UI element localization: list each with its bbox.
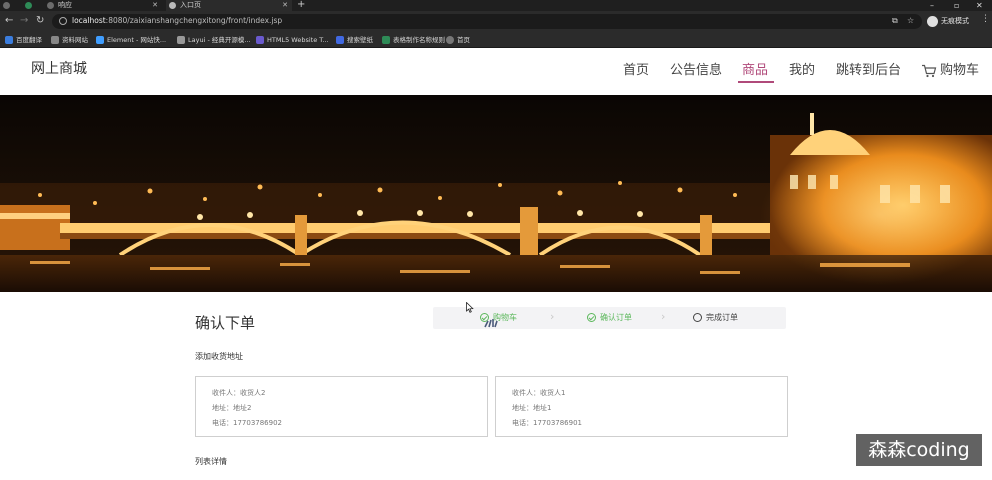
hero-banner: [0, 95, 992, 292]
browser-menu-icon[interactable]: ⋮: [981, 14, 990, 24]
loading-spinner-icon: [484, 319, 498, 328]
address-phone: 电话：17703786901: [512, 419, 582, 427]
nav-cart[interactable]: 购物车: [940, 63, 979, 79]
site-info-icon[interactable]: [59, 17, 67, 25]
site-header: 网上商城 首页 公告信息 商品 我的 跳转到后台 购物车: [0, 48, 992, 95]
tab-favicon-icon: [3, 2, 10, 9]
address-card-2[interactable]: 收件人：收货人2 地址：地址2 电话：17703786902: [195, 376, 488, 437]
bookmark-favicon-icon: [177, 36, 185, 44]
mouse-cursor-icon: [466, 302, 474, 313]
bookmark-favicon-icon: [446, 36, 454, 44]
page-title: 确认下单: [195, 314, 256, 332]
browser-navbar: ← → ↻ localhost:8080/zaixianshangchengxi…: [0, 11, 992, 32]
chevron-right-icon: ›: [661, 310, 666, 323]
order-content: 确认下单 购物车 › 确认订单 › 完成订单 添加收货地址 收件人：收货人2 地…: [0, 292, 992, 480]
forward-arrow-icon[interactable]: →: [20, 15, 28, 27]
add-address-link[interactable]: 添加收货地址: [195, 351, 243, 362]
site-logo[interactable]: 网上商城: [31, 58, 87, 78]
tab-favicon-icon: [25, 2, 32, 9]
close-window-icon[interactable]: ✕: [976, 0, 983, 11]
circle-icon: [693, 313, 702, 322]
list-details-title: 列表详情: [195, 457, 227, 466]
step-complete: 完成订单: [693, 312, 738, 324]
bookmark-item[interactable]: 首页: [446, 35, 470, 45]
minimize-icon[interactable]: –: [930, 0, 934, 11]
address-phone: 电话：17703786902: [212, 419, 282, 427]
nav-mine[interactable]: 我的: [789, 63, 815, 79]
reload-icon[interactable]: ↻: [36, 15, 44, 27]
tab-label: 响应: [58, 1, 72, 9]
nav-admin[interactable]: 跳转到后台: [836, 63, 901, 79]
bookmark-item[interactable]: 表格制作名称规则: [382, 35, 445, 45]
video-watermark: 森森coding: [856, 434, 982, 466]
bookmark-item[interactable]: 百度翻译: [5, 35, 42, 45]
tab-favicon-icon: [169, 2, 176, 9]
incognito-avatar-icon: [927, 16, 938, 27]
tab-label: 入口页: [180, 1, 201, 9]
browser-tab-2[interactable]: [22, 0, 42, 11]
address-recipient: 收件人：收货人1: [512, 389, 566, 397]
bookmark-favicon-icon: [336, 36, 344, 44]
browser-tab-1[interactable]: [0, 0, 20, 11]
bookmark-favicon-icon: [382, 36, 390, 44]
restore-icon[interactable]: ▫: [954, 0, 959, 11]
nav-announcements[interactable]: 公告信息: [670, 63, 722, 79]
shopping-cart-icon[interactable]: [921, 64, 937, 78]
new-tab-button[interactable]: +: [297, 0, 305, 10]
check-circle-icon: [587, 313, 596, 322]
tab-close-icon[interactable]: ✕: [152, 0, 158, 11]
chevron-right-icon: ›: [550, 310, 555, 323]
url-text: localhost:8080/zaixianshangchengxitong/f…: [72, 16, 283, 25]
address-recipient: 收件人：收货人2: [212, 389, 266, 397]
browser-tab-strip: 响应 ✕ 入口页 ✕ + – ▫ ✕: [0, 0, 992, 11]
bookmark-favicon-icon: [256, 36, 264, 44]
banner-image: [0, 95, 992, 292]
bookmark-item[interactable]: 搜索壁纸: [336, 35, 373, 45]
bookmark-favicon-icon: [5, 36, 13, 44]
nav-active-underline: [738, 81, 774, 83]
address-detail: 地址：地址1: [512, 404, 552, 412]
browser-tab-active[interactable]: 入口页 ✕: [166, 0, 292, 11]
browser-tab-3[interactable]: 响应 ✕: [44, 0, 162, 11]
address-card-1[interactable]: 收件人：收货人1 地址：地址1 电话：17703786901: [495, 376, 788, 437]
translate-icon[interactable]: ⧉: [892, 16, 898, 26]
bookmark-item[interactable]: Element - 网站快...: [96, 35, 166, 45]
bookmark-item[interactable]: HTML5 Website T...: [256, 35, 329, 45]
tab-favicon-icon: [47, 2, 54, 9]
back-arrow-icon[interactable]: ←: [5, 15, 13, 27]
nav-home[interactable]: 首页: [623, 63, 649, 79]
incognito-profile[interactable]: 无痕模式: [927, 14, 969, 29]
step-confirm: 确认订单: [587, 312, 632, 324]
bookmarks-bar: 百度翻译 资料网站 Element - 网站快... Layui - 经典开源模…: [0, 32, 992, 48]
bookmark-item[interactable]: Layui - 经典开源模...: [177, 35, 251, 45]
bookmark-favicon-icon: [51, 36, 59, 44]
bookmark-item[interactable]: 资料网站: [51, 35, 88, 45]
bookmark-favicon-icon: [96, 36, 104, 44]
address-bar[interactable]: localhost:8080/zaixianshangchengxitong/f…: [52, 14, 922, 29]
tab-close-icon[interactable]: ✕: [282, 0, 288, 11]
nav-products[interactable]: 商品: [742, 63, 768, 79]
bookmark-star-icon[interactable]: ☆: [907, 16, 914, 25]
web-page: 网上商城 首页 公告信息 商品 我的 跳转到后台 购物车 确认下单 购物车 › …: [0, 48, 992, 480]
address-detail: 地址：地址2: [212, 404, 252, 412]
